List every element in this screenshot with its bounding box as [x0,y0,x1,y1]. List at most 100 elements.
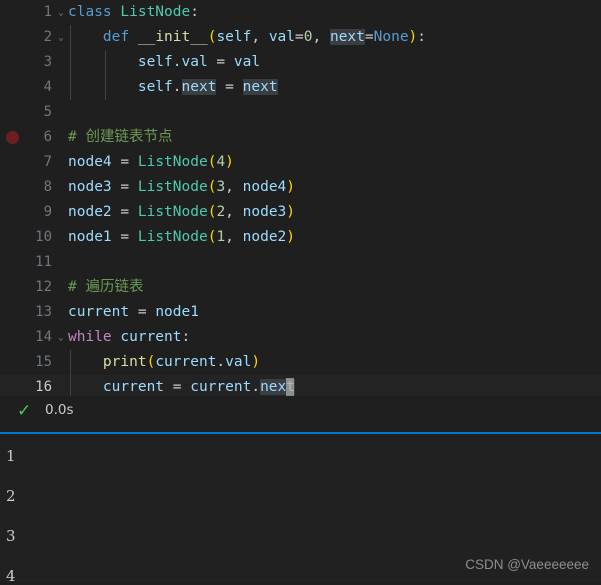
code-token: . [216,354,226,370]
code-text: # 创建链表节点 [68,125,172,150]
code-line[interactable]: 11 [0,250,601,275]
code-token: , [225,204,243,220]
output-line: 1 [6,447,16,465]
watermark-label: CSDN @Vaeeeeeee [465,557,589,572]
code-line[interactable]: 12 # 遍历链表 [0,275,601,300]
code-token: , [225,179,243,195]
code-token: node1 [68,229,112,245]
line-number: 7 [43,154,52,170]
code-line[interactable]: 3 self.val = val [0,50,601,75]
code-token: node2 [242,229,287,245]
code-token: next [329,29,365,45]
line-number: 15 [35,354,52,370]
code-token: current [190,379,252,395]
output-line: 3 [6,527,16,545]
cell-status-bar: ✓ 0.0s [0,396,601,432]
code-text: node1 = ListNode(1, node2) [68,225,295,250]
notebook-cell-screenshot: 1 ⌄ class ListNode: 2 ⌄ def __init__(self, v… [0,0,601,585]
check-icon: ✓ [17,401,32,421]
code-token: ListNode [120,4,191,20]
code-token: = [129,304,156,320]
code-token: = [295,29,304,45]
code-token: ListNode [137,154,208,170]
code-token: current [68,304,130,320]
code-token: node1 [155,304,199,320]
code-line[interactable]: 4 self.next = next [0,75,601,100]
code-line[interactable]: 2 ⌄ def __init__(self, val=0, next=None): [0,25,601,50]
cell-output-area: 4 3 2 1 CSDN @Vaeeeeeee [0,434,601,585]
code-line[interactable]: 5 [0,100,601,125]
code-token: val [181,54,208,70]
code-token: next [242,79,278,95]
code-token: val [268,29,296,45]
code-token: = [164,379,191,395]
code-text: class ListNode: [68,0,199,25]
code-line[interactable]: 8 node3 = ListNode(3, node4) [0,175,601,200]
code-token: node2 [68,204,112,220]
code-token: node3 [242,204,287,220]
code-token: = [111,154,138,170]
code-token: __init__ [137,29,208,45]
code-text: current = node1 [68,300,199,325]
code-token: 3 [216,179,226,195]
code-token: , [225,229,243,245]
code-token: # 遍历链表 [68,279,144,295]
code-token: ) [225,154,234,170]
code-token: self [137,79,173,95]
line-number: 3 [43,54,52,70]
code-token: . [251,379,261,395]
code-token: = [216,79,243,95]
code-line[interactable]: 13 current = node1 [0,300,601,325]
code-token: None [373,29,409,45]
code-token: node3 [68,179,112,195]
line-number: 5 [43,104,52,120]
code-line[interactable]: 15 print(current.val) [0,350,601,375]
code-text: def __init__(self, val=0, next=None): [68,25,426,50]
line-number: 9 [43,204,52,220]
code-token: . [172,54,182,70]
output-line: 4 [6,567,16,585]
code-token: node4 [68,154,112,170]
chevron-down-icon[interactable]: ⌄ [55,0,67,25]
code-text: node4 = ListNode(4) [68,150,234,175]
chevron-down-icon[interactable]: ⌄ [55,325,67,350]
code-token: self [137,54,173,70]
line-number: 1 [43,4,52,20]
code-token: ListNode [137,204,208,220]
code-token: next [181,79,217,95]
chevron-down-icon[interactable]: ⌄ [55,25,67,50]
code-line[interactable]: 7 node4 = ListNode(4) [0,150,601,175]
code-line[interactable]: 1 ⌄ class ListNode: [0,0,601,25]
code-token: = [364,29,374,45]
code-token: # 创建链表节点 [68,129,173,145]
code-token: 0 [303,29,313,45]
line-number: 10 [35,229,52,245]
code-line[interactable]: 9 node2 = ListNode(2, node3) [0,200,601,225]
indent-guide [70,350,71,396]
code-line[interactable]: 6 # 创建链表节点 [0,125,601,150]
execution-time-label: 0.0s [45,402,74,418]
code-line[interactable]: 14 ⌄ while current: [0,325,601,350]
code-token: current [155,354,217,370]
code-token: = [111,179,138,195]
code-token: ) [408,29,418,45]
code-text: print(current.val) [68,350,260,375]
code-token: : [417,29,427,45]
code-token: while [68,329,112,345]
breakpoint-indicator[interactable] [6,131,19,144]
code-text: self.next = next [68,75,278,100]
line-number: 13 [35,304,52,320]
code-token: self [216,29,252,45]
code-token: = [207,54,234,70]
code-text: # 遍历链表 [68,275,143,300]
code-token: def [102,29,130,45]
code-token: ( [146,354,156,370]
code-line[interactable]: 10 node1 = ListNode(1, node2) [0,225,601,250]
code-token: val [225,354,252,370]
code-cell-editor[interactable]: 1 ⌄ class ListNode: 2 ⌄ def __init__(self, v… [0,0,601,400]
code-token: ) [251,354,261,370]
